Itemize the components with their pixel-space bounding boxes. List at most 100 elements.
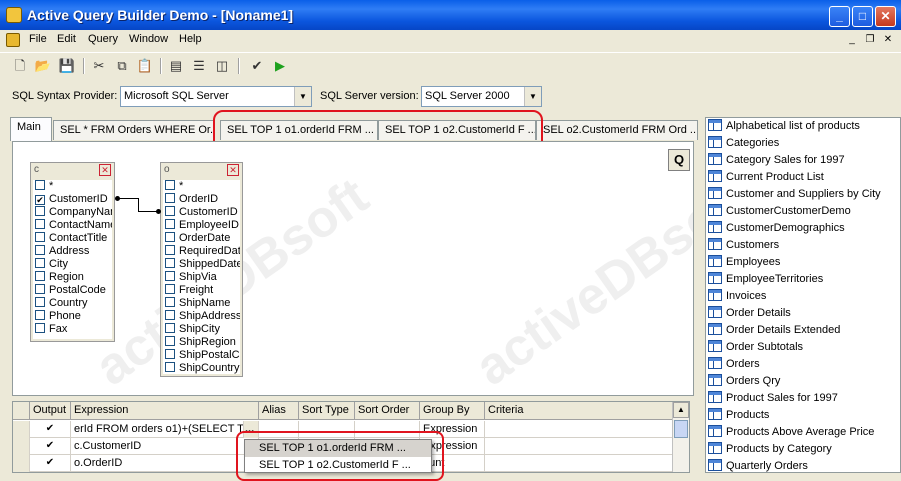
layout-cascade-icon[interactable]: ▤	[167, 57, 185, 75]
list-item[interactable]: Orders	[706, 356, 900, 373]
list-item[interactable]: Category Sales for 1997	[706, 152, 900, 169]
list-item[interactable]: EmployeeTerritories	[706, 271, 900, 288]
document-icon[interactable]	[6, 33, 20, 47]
list-item[interactable]: Order Details Extended	[706, 322, 900, 339]
field-checkbox[interactable]	[35, 219, 45, 229]
datasource-field[interactable]: ShipCity	[163, 323, 240, 336]
list-item[interactable]: CustomerCustomerDemo	[706, 203, 900, 220]
datasource-field[interactable]: ContactName	[33, 219, 112, 232]
layout-vertical-icon[interactable]: ◫	[213, 57, 231, 75]
field-checkbox[interactable]	[35, 245, 45, 255]
datasource-field[interactable]: City	[33, 258, 112, 271]
column-header-criteria[interactable]: Criteria	[485, 402, 673, 420]
field-checkbox[interactable]	[165, 219, 175, 229]
field-checkbox[interactable]	[35, 323, 45, 333]
datasource-orders[interactable]: o ✕ * OrderID CustomerID EmployeeID OrderDat…	[160, 162, 243, 377]
chevron-down-icon[interactable]: ▼	[524, 87, 541, 106]
open-icon[interactable]: 📂	[34, 57, 52, 75]
grid-cell-output[interactable]: ✔	[30, 421, 71, 438]
server-version-select[interactable]: SQL Server 2000 ▼	[421, 86, 542, 107]
join-link-line[interactable]	[118, 198, 138, 199]
mdi-restore-button[interactable]: ❐	[863, 33, 877, 47]
datasource-field[interactable]: *	[163, 180, 240, 193]
field-checkbox[interactable]	[35, 310, 45, 320]
column-header-output[interactable]: Output	[30, 402, 71, 420]
datasource-field[interactable]: OrderID	[163, 193, 240, 206]
grid-scrollbar[interactable]: ▲	[672, 402, 689, 472]
list-item[interactable]: CustomerDemographics	[706, 220, 900, 237]
grid-cell-expression[interactable]: erId FROM orders o1)+(SELECT TO	[71, 421, 244, 438]
datasource-field[interactable]: PostalCode	[33, 284, 112, 297]
field-checkbox[interactable]	[165, 323, 175, 333]
menu-query[interactable]: Query	[88, 33, 118, 45]
list-item[interactable]: Employees	[706, 254, 900, 271]
mdi-close-button[interactable]: ✕	[881, 33, 895, 47]
new-icon[interactable]: 🗋	[11, 57, 29, 75]
field-checkbox[interactable]	[35, 206, 45, 216]
field-checkbox[interactable]	[165, 297, 175, 307]
grid-cell-expression[interactable]: c.CustomerID	[71, 438, 259, 455]
datasource-field[interactable]: Freight	[163, 284, 240, 297]
query-properties-button[interactable]: Q	[668, 149, 690, 171]
menu-edit[interactable]: Edit	[57, 33, 76, 45]
list-item[interactable]: Products by Category	[706, 441, 900, 458]
grid-cell-expression[interactable]: o.OrderID	[71, 455, 259, 472]
list-item[interactable]: Order Details	[706, 305, 900, 322]
scrollbar-thumb[interactable]	[674, 420, 688, 438]
list-item[interactable]: Customers	[706, 237, 900, 254]
datasource-field[interactable]: ShipName	[163, 297, 240, 310]
grid-cell-output[interactable]: ✔	[30, 455, 71, 472]
field-checkbox[interactable]	[165, 245, 175, 255]
datasource-field[interactable]: Region	[33, 271, 112, 284]
field-checkbox[interactable]	[165, 206, 175, 216]
list-item[interactable]: Orders Qry	[706, 373, 900, 390]
query-design-canvas[interactable]: activeDBsoft activeDBsoft Q c ✕ *✔Custom…	[12, 141, 694, 396]
maximize-button[interactable]: □	[852, 6, 873, 27]
list-item[interactable]: Current Product List	[706, 169, 900, 186]
scroll-up-icon[interactable]: ▲	[673, 402, 689, 418]
datasource-field[interactable]: Phone	[33, 310, 112, 323]
field-checkbox[interactable]	[35, 271, 45, 281]
datasource-field[interactable]: ShipPostalCode	[163, 349, 240, 362]
column-header-group-by[interactable]: Group By	[420, 402, 485, 420]
datasource-field[interactable]: ShipCountry	[163, 362, 240, 374]
field-checkbox[interactable]	[165, 310, 175, 320]
layout-horizontal-icon[interactable]: ☰	[190, 57, 208, 75]
list-item[interactable]: Alphabetical list of products	[706, 118, 900, 135]
list-item[interactable]: Product Sales for 1997	[706, 390, 900, 407]
datasource-field[interactable]: ✔ CustomerID	[33, 193, 112, 206]
datasource-header[interactable]: o ✕	[161, 163, 242, 178]
tab-subquery-4[interactable]: SEL o2.CustomerId FRM Ord ...	[536, 120, 698, 140]
run-icon[interactable]: ▶	[271, 57, 289, 75]
field-checkbox[interactable]	[35, 180, 45, 190]
datasource-field[interactable]: CompanyName	[33, 206, 112, 219]
grid-cell-criteria[interactable]	[485, 438, 673, 455]
datasource-field[interactable]: ShipRegion	[163, 336, 240, 349]
menu-file[interactable]: File	[29, 33, 47, 45]
datasource-field[interactable]: CustomerID	[163, 206, 240, 219]
datasource-field[interactable]: Address	[33, 245, 112, 258]
field-checkbox[interactable]	[165, 362, 175, 372]
save-icon[interactable]: 💾	[58, 57, 76, 75]
copy-icon[interactable]: ⧉	[113, 57, 131, 75]
field-checkbox[interactable]	[165, 349, 175, 359]
list-item[interactable]: Customer and Suppliers by City	[706, 186, 900, 203]
datasource-field[interactable]: Fax	[33, 323, 112, 336]
field-checkbox[interactable]	[35, 297, 45, 307]
datasource-field[interactable]: ShipAddress	[163, 310, 240, 323]
list-item[interactable]: Invoices	[706, 288, 900, 305]
list-item[interactable]: Order Subtotals	[706, 339, 900, 356]
field-checkbox[interactable]	[35, 284, 45, 294]
grid-row-indicator[interactable]	[13, 421, 30, 438]
datasource-field[interactable]: EmployeeID	[163, 219, 240, 232]
menu-window[interactable]: Window	[129, 33, 168, 45]
grid-row-indicator[interactable]	[13, 455, 30, 472]
list-item[interactable]: Products	[706, 407, 900, 424]
datasource-field[interactable]: OrderDate	[163, 232, 240, 245]
field-checkbox[interactable]	[165, 193, 175, 203]
menu-help[interactable]: Help	[179, 33, 202, 45]
minimize-button[interactable]: _	[829, 6, 850, 27]
grid-row-indicator[interactable]	[13, 438, 30, 455]
cut-icon[interactable]: ✂	[90, 57, 108, 75]
syntax-provider-select[interactable]: Microsoft SQL Server ▼	[120, 86, 312, 107]
